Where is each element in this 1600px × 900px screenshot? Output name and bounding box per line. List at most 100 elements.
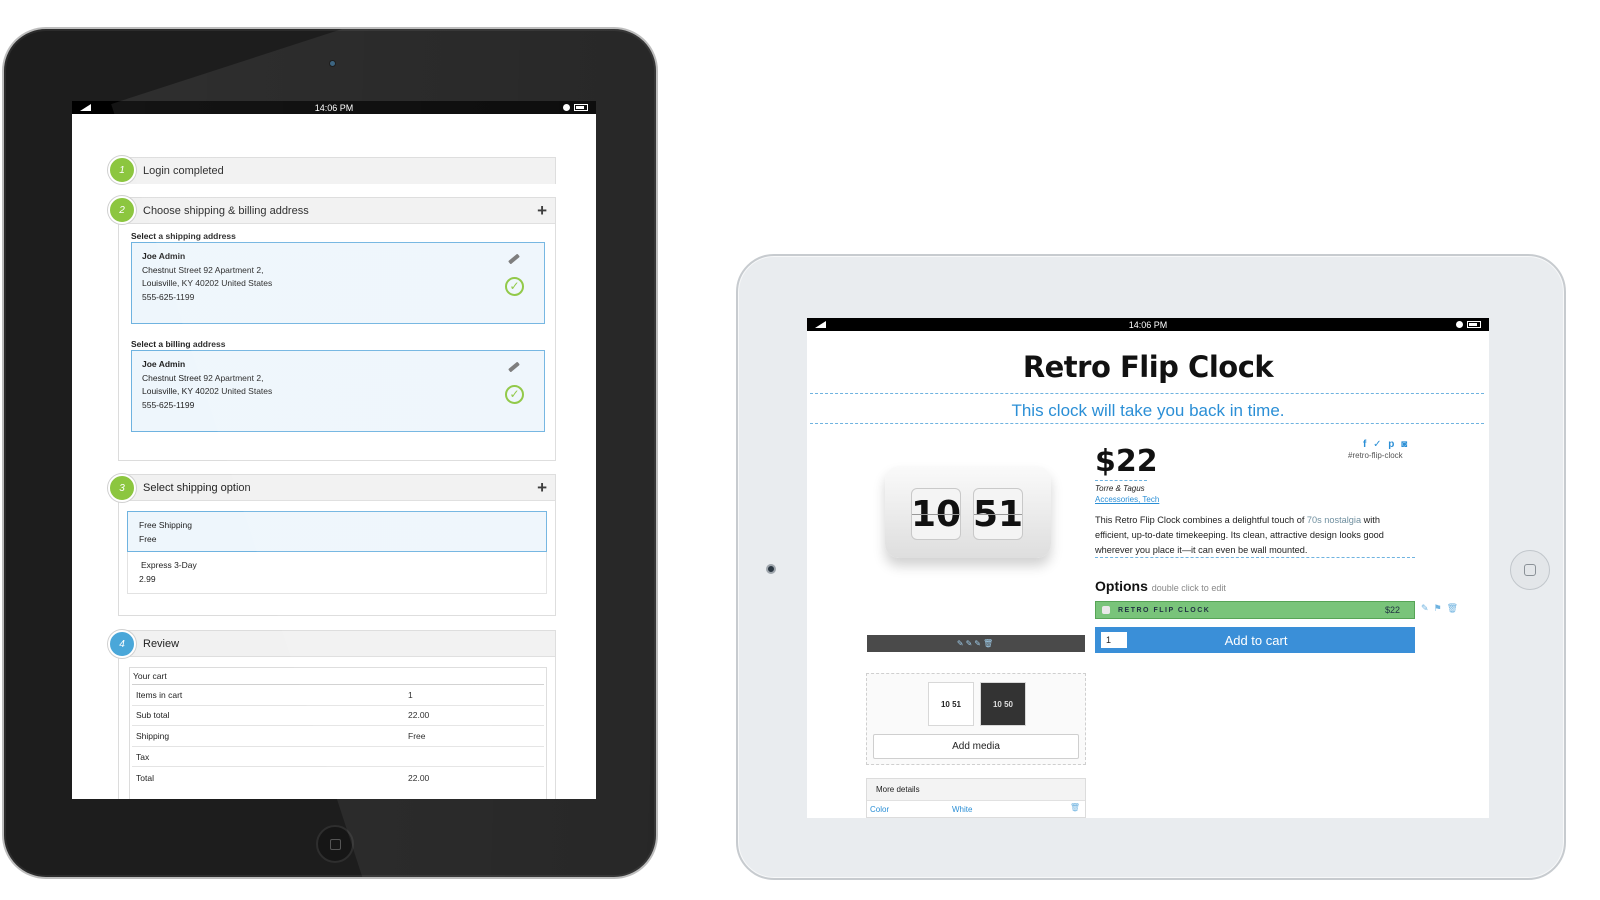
option-swatch-icon [1102,606,1110,614]
cart-label: Items in cart [136,689,183,700]
social-share-icons[interactable]: f ✓ p ◙ [1363,439,1409,450]
divider [1095,480,1147,481]
step-shipping-address: Choose shipping & billing address + Sele… [118,197,556,461]
step-header: Choose shipping & billing address + [119,198,555,224]
description-text: This Retro Flip Clock combines a delight… [1095,515,1307,525]
shipping-option-free[interactable]: Free Shipping Free [127,511,547,552]
product-price[interactable]: $22 [1095,444,1158,479]
address-line1: Chestnut Street 92 Apartment 2, [142,264,264,275]
thumbnail-1[interactable]: 10 51 [928,682,974,726]
table-row: Shipping Free [132,726,544,747]
add-media-button[interactable]: Add media [873,734,1079,759]
step-title: Review [143,637,180,650]
dark-tablet: 14:06 PM 1 Login completed 2 Choose ship… [2,27,658,879]
divider [810,393,1484,394]
home-button[interactable] [1510,550,1550,590]
product-categories[interactable]: Accessories, Tech [1095,495,1159,504]
detail-value: White [952,805,973,814]
step-review: Review Your cart Items in cart 1 Sub tota… [118,630,556,799]
light-tablet: 14:06 PM Retro Flip Clock This clock wil… [736,254,1566,880]
cart-value: Free [408,730,426,741]
table-row: Total 22.00 [132,767,544,788]
step-2-badge: 2 [108,196,136,224]
more-details-panel: More details Color White 🗑 [866,778,1086,818]
cart-table: Your cart Items in cart 1 Sub total 22.00 … [129,667,547,799]
signal-icon [815,321,826,328]
status-bar: 14:06 PM [807,318,1489,331]
product-subtitle[interactable]: This clock will take you back in time. [807,401,1489,421]
address-name: Joe Admin [142,359,186,369]
options-hint: double click to edit [1151,583,1226,593]
cart-value: 22.00 [408,710,430,721]
battery-icon [1467,321,1481,328]
expand-plus-icon[interactable]: + [537,478,547,498]
alarm-icon [1456,321,1463,328]
clock-illustration: 10 51 [885,466,1051,558]
cart-heading-text: Your cart [133,671,167,681]
add-to-cart-button[interactable]: Add to cart [1127,633,1415,648]
status-time: 14:06 PM [1128,319,1168,330]
option-name: RETRO FLIP CLOCK [1118,606,1211,614]
media-gallery: 10 51 10 50 Add media [866,673,1086,765]
camera-icon [329,60,336,67]
camera-icon [766,564,776,574]
product-description[interactable]: This Retro Flip Clock combines a delight… [1095,513,1415,558]
thumbnail-2[interactable]: 10 50 [980,682,1026,726]
step-header: Login completed [119,158,555,184]
step-title: Select shipping option [143,481,251,494]
product-hashtag: #retro-flip-clock [1348,451,1403,460]
image-toolbar[interactable]: ✎✎✎🗑 [867,635,1085,652]
option-tools[interactable]: ✎⚑🗑 [1421,603,1463,614]
home-square-icon [1524,564,1536,576]
checkout-screen: 14:06 PM 1 Login completed 2 Choose ship… [72,101,596,799]
shipping-option-name: Free Shipping [139,520,192,530]
shipping-option-price: 2.99 [139,573,156,584]
description-highlight: 70s nostalgia [1306,515,1362,525]
address-name: Joe Admin [142,251,186,261]
options-label: Options [1095,578,1148,594]
step-header: Review [119,631,555,657]
address-phone: 555-625-1199 [142,399,195,410]
battery-icon [574,104,588,111]
table-row: Items in cart 1 [132,685,544,706]
shipping-option-express[interactable]: Express 3-Day 2.99 [127,552,547,594]
home-button[interactable] [316,825,354,863]
cart-label: Total [136,772,154,783]
step-4-badge: 4 [108,630,136,658]
detail-key: Color [870,805,890,814]
expand-plus-icon[interactable]: + [537,201,547,221]
step-shipping-option: Select shipping option + Free Shipping F… [118,474,556,616]
product-title[interactable]: Retro Flip Clock [807,350,1489,384]
step-1-badge: 1 [108,156,136,184]
title-zone: Retro Flip Clock This clock will take yo… [807,350,1489,424]
clock-hours: 10 [911,488,961,540]
address-line2: Louisville, KY 40202 United States [142,278,273,288]
product-screen: 14:06 PM Retro Flip Clock This clock wil… [807,318,1489,818]
shipping-address-card[interactable]: Joe Admin Chestnut Street 92 Apartment 2… [131,242,545,324]
product-image[interactable]: 10 51 [879,458,1055,566]
address-line1: Chestnut Street 92 Apartment 2, [142,372,264,383]
add-to-cart-bar: 1 Add to cart [1095,627,1415,653]
cart-label: Sub total [136,710,170,721]
trash-icon[interactable]: 🗑 [1070,803,1080,812]
billing-address-card[interactable]: Joe Admin Chestnut Street 92 Apartment 2… [131,350,545,432]
divider [810,423,1484,424]
clock-minutes: 51 [973,488,1023,540]
quantity-input[interactable]: 1 [1101,632,1127,648]
signal-icon [80,104,91,111]
cart-value: 1 [408,689,413,700]
cart-heading: Your cart [132,668,544,685]
check-circle-icon: ✓ [505,277,524,296]
step-header: Select shipping option + [119,475,555,501]
address-phone: 555-625-1199 [142,291,195,302]
check-circle-icon: ✓ [505,385,524,404]
step-title: Choose shipping & billing address [143,204,309,217]
alarm-icon [563,104,570,111]
product-brand: Torre & Tagus [1095,484,1145,493]
table-row: Sub total 22.00 [132,706,544,727]
step-login[interactable]: Login completed [118,157,556,184]
detail-row[interactable]: Color White 🗑 [867,801,1085,817]
table-row: Tax [132,747,544,768]
more-details-heading: More details [867,779,1085,801]
option-row[interactable]: RETRO FLIP CLOCK $22 [1095,601,1415,619]
